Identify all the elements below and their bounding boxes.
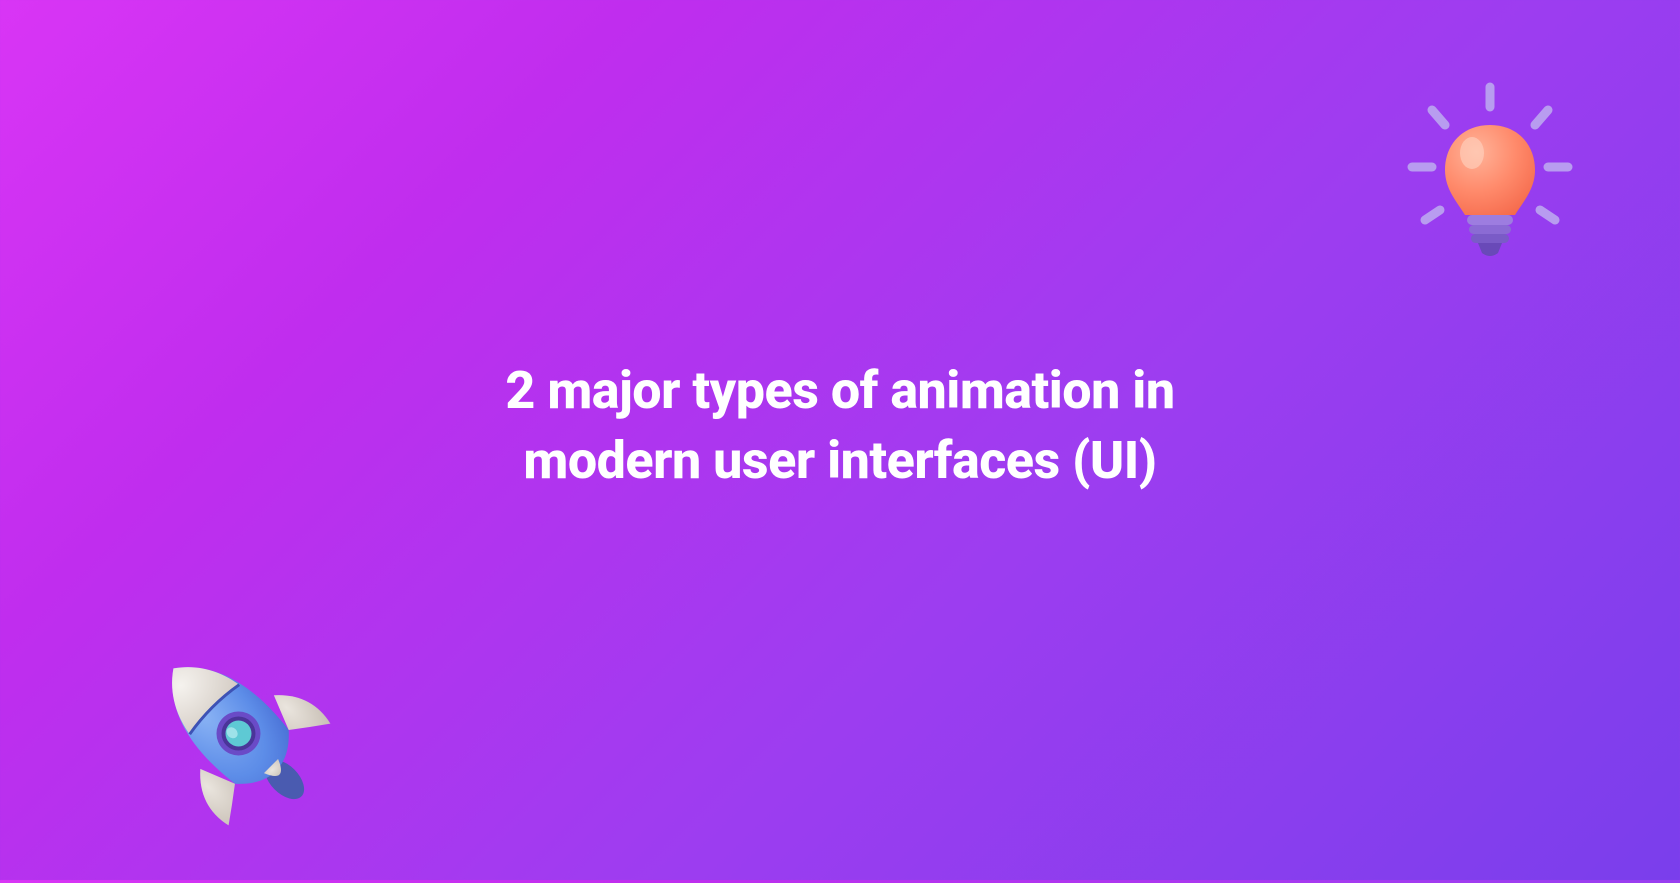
rocket-icon bbox=[74, 569, 385, 880]
lightbulb-icon bbox=[1390, 75, 1590, 275]
hero-title: 2 major types of animation in modern use… bbox=[420, 356, 1260, 496]
